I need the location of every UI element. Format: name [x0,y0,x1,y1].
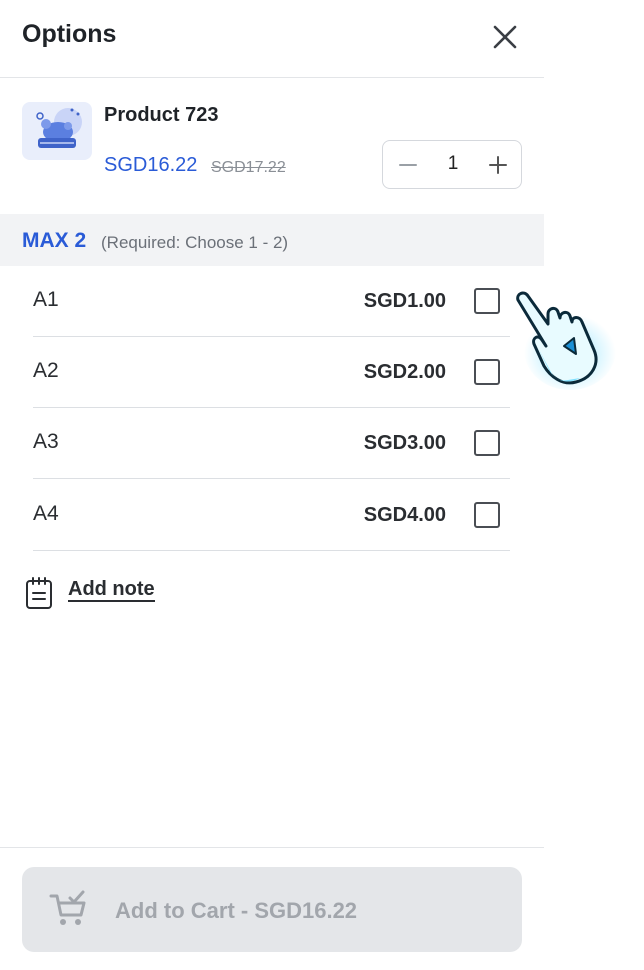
minus-icon [399,164,417,166]
increase-quantity-button[interactable] [485,151,511,179]
option-row-a1[interactable]: A1 SGD1.00 [33,266,510,337]
decrease-quantity-button[interactable] [395,151,421,179]
option-label: A2 [33,359,59,382]
close-button[interactable] [488,20,522,54]
product-price: SGD16.22 [104,154,198,176]
max-selection-label: MAX 2 [22,229,87,252]
option-price: SGD1.00 [363,290,446,312]
food-dish-icon [36,108,82,148]
notepad-icon [26,577,52,609]
cart-check-icon [49,890,86,925]
product-original-price: SGD17.22 [211,159,286,176]
option-row-a4[interactable]: A4 SGD4.00 [33,480,510,551]
option-label: A1 [33,288,59,311]
option-checkbox[interactable] [474,359,500,385]
product-name: Product 723 [104,104,219,126]
quantity-value[interactable]: 1 [433,153,473,175]
option-label: A4 [33,502,59,525]
option-checkbox[interactable] [474,288,500,314]
close-icon [493,25,517,49]
product-thumbnail [22,102,92,160]
requirement-text: (Required: Choose 1 - 2) [101,233,289,252]
option-price: SGD4.00 [363,504,446,526]
option-label: A3 [33,430,59,453]
add-to-cart-label: Add to Cart - SGD16.22 [115,898,358,923]
option-row-a2[interactable]: A2 SGD2.00 [33,337,510,408]
plus-icon [489,156,507,174]
option-checkbox[interactable] [474,502,500,528]
option-row-a3[interactable]: A3 SGD3.00 [33,408,510,479]
product-summary: Product 723 SGD16.22 SGD17.22 1 [0,78,544,214]
page-title: Options [22,20,117,48]
add-to-cart-button[interactable]: Add to Cart - SGD16.22 [22,867,522,952]
header: Options [0,0,544,78]
quantity-stepper: 1 [382,140,522,189]
option-price: SGD3.00 [363,432,446,454]
option-price: SGD2.00 [363,361,446,383]
hand-pointer-icon [516,291,616,390]
option-checkbox[interactable] [474,430,500,456]
footer: Add to Cart - SGD16.22 [0,847,544,970]
options-panel: Options Product 723 SGD16.22 SGD17.22 1 … [0,0,544,970]
add-note-label: Add note [68,578,155,602]
option-group-header: MAX 2 (Required: Choose 1 - 2) [0,214,544,266]
